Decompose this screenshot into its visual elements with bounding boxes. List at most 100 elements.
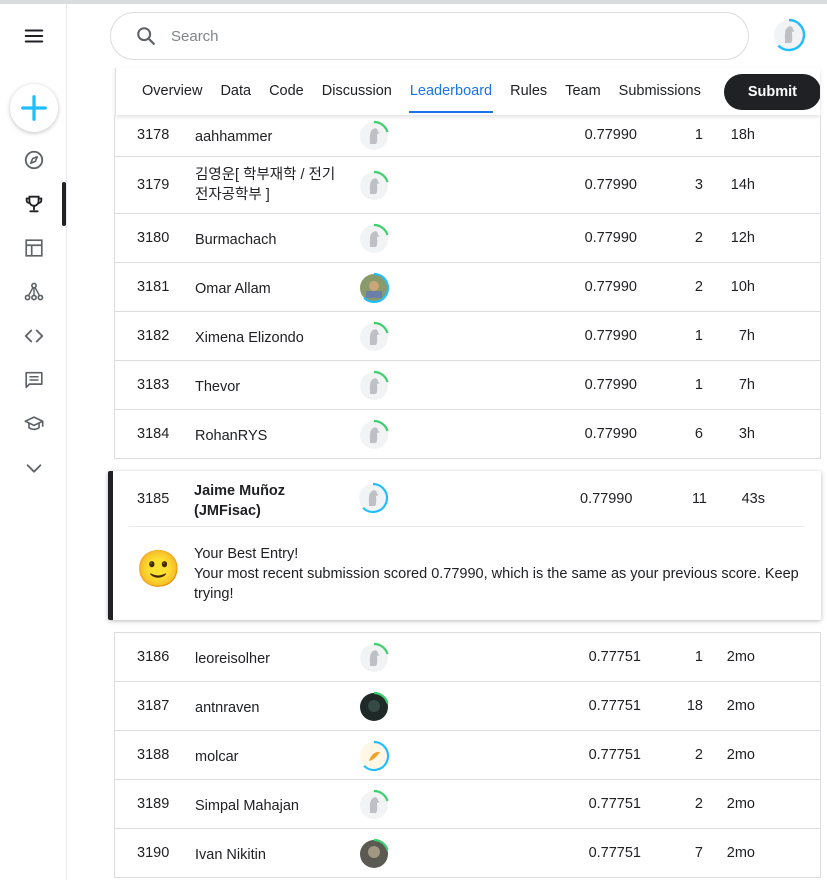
- team-avatar[interactable]: [358, 370, 390, 402]
- rank: 3179: [137, 176, 170, 193]
- trophy-icon[interactable]: [20, 190, 48, 218]
- smiley-icon: 🙂: [136, 548, 181, 589]
- table-row: 3178 aahhammer 0.77990 1 18h: [115, 115, 820, 157]
- code-icon[interactable]: [20, 322, 48, 350]
- team-name[interactable]: Ivan Nikitin: [195, 845, 340, 865]
- submit-button[interactable]: Submit: [723, 73, 820, 110]
- team-name[interactable]: Burmachach: [195, 230, 340, 250]
- learn-icon[interactable]: [20, 410, 48, 438]
- team-name[interactable]: 김영운[ 학부재학 / 전기전자공학부 ]: [195, 165, 340, 205]
- leaderboard-rows-above: 3178 aahhammer 0.77990 1 18h 3179 김영운[ 학부재학 / …: [114, 115, 821, 459]
- entries: 2: [694, 795, 703, 812]
- team-avatar[interactable]: [358, 789, 390, 821]
- team-name[interactable]: Simpal Mahajan: [195, 796, 340, 816]
- user-avatar[interactable]: [772, 18, 806, 52]
- entries: 2: [694, 746, 703, 763]
- score: 0.77990: [584, 376, 637, 393]
- last-submission: 12h: [730, 229, 755, 246]
- team-name[interactable]: molcar: [195, 747, 340, 767]
- entries: 1: [694, 376, 703, 393]
- team-name[interactable]: Ximena Elizondo: [195, 328, 340, 348]
- score: 0.77751: [588, 795, 641, 812]
- entries: 2: [694, 229, 703, 246]
- table-icon[interactable]: [20, 234, 48, 262]
- rank: 3184: [137, 425, 170, 442]
- tab-leaderboard[interactable]: Leaderboard: [401, 68, 501, 115]
- table-row: 3186 leoreisolher 0.77751 1 2mo: [115, 633, 820, 682]
- search-input[interactable]: [171, 27, 711, 45]
- rank: 3189: [137, 795, 170, 812]
- last-submission: 2mo: [726, 648, 755, 665]
- score: 0.77751: [588, 648, 641, 665]
- team-avatar[interactable]: [358, 838, 390, 870]
- tab-team[interactable]: Team: [556, 68, 609, 115]
- team-avatar[interactable]: [358, 272, 390, 304]
- score: 0.77990: [584, 327, 637, 344]
- rank: 3188: [137, 746, 170, 763]
- rank: 3186: [137, 648, 170, 665]
- team-name[interactable]: antnraven: [195, 698, 340, 718]
- score: 0.77751: [588, 844, 641, 861]
- sidebar-active-indicator: [62, 182, 66, 226]
- my-last-submission: 43s: [741, 491, 765, 507]
- browser-top-strip: [0, 0, 827, 4]
- team-avatar[interactable]: [358, 223, 390, 255]
- leaderboard-rows-below: 3186 leoreisolher 0.77751 1 2mo 3187 antnraven…: [114, 632, 821, 878]
- team-name[interactable]: RohanRYS: [195, 426, 340, 446]
- search-icon: [137, 27, 155, 45]
- team-avatar[interactable]: [358, 419, 390, 451]
- table-row: 3184 RohanRYS 0.77990 6 3h: [115, 410, 820, 459]
- team-name[interactable]: aahhammer: [195, 127, 340, 147]
- entries: 1: [694, 127, 703, 143]
- entries: 1: [694, 648, 703, 665]
- competition-tabs: Overview Data Code Discussion Leaderboar…: [115, 68, 820, 115]
- chevron-down-icon[interactable]: [20, 454, 48, 482]
- rank: 3187: [137, 697, 170, 714]
- my-rank: 3185: [137, 491, 170, 507]
- divider: [129, 526, 805, 527]
- compass-icon[interactable]: [20, 146, 48, 174]
- tab-rules[interactable]: Rules: [501, 68, 556, 115]
- create-button[interactable]: [10, 84, 58, 132]
- team-name[interactable]: Thevor: [195, 377, 340, 397]
- rank: 3178: [137, 127, 170, 143]
- last-submission: 10h: [730, 278, 755, 295]
- entries: 7: [694, 844, 703, 861]
- team-avatar[interactable]: [358, 170, 390, 202]
- table-row: 3182 Ximena Elizondo 0.77990 1 7h: [115, 312, 820, 361]
- search-bar[interactable]: [110, 12, 749, 60]
- score: 0.77990: [584, 229, 637, 246]
- tab-data[interactable]: Data: [211, 68, 260, 115]
- team-avatar[interactable]: [358, 321, 390, 353]
- discussion-icon[interactable]: [20, 366, 48, 394]
- rank: 3183: [137, 376, 170, 393]
- my-entries: 11: [691, 491, 707, 507]
- team-avatar[interactable]: [358, 642, 390, 674]
- team-avatar[interactable]: [358, 120, 390, 152]
- entries: 3: [694, 176, 703, 193]
- score: 0.77990: [584, 176, 637, 193]
- tab-submissions[interactable]: Submissions: [610, 68, 710, 115]
- my-team-name[interactable]: Jaime Muñoz (JMFisac): [194, 481, 344, 521]
- team-avatar[interactable]: [358, 691, 390, 723]
- tab-code[interactable]: Code: [260, 68, 313, 115]
- table-row: 3187 antnraven 0.77751 18 2mo: [115, 682, 820, 731]
- team-name[interactable]: Omar Allam: [195, 279, 340, 299]
- tab-discussion[interactable]: Discussion: [313, 68, 401, 115]
- team-avatar[interactable]: [358, 740, 390, 772]
- table-row: 3183 Thevor 0.77990 1 7h: [115, 361, 820, 410]
- last-submission: 14h: [730, 176, 755, 193]
- tab-overview[interactable]: Overview: [133, 68, 211, 115]
- my-team-avatar[interactable]: [357, 482, 389, 514]
- rank: 3190: [137, 844, 170, 861]
- score: 0.77990: [584, 127, 637, 143]
- score: 0.77751: [588, 697, 641, 714]
- entries: 1: [694, 327, 703, 344]
- entries: 6: [694, 425, 703, 442]
- menu-icon[interactable]: [20, 22, 48, 50]
- model-icon[interactable]: [20, 278, 48, 306]
- plus-icon: [21, 95, 47, 121]
- score: 0.77990: [584, 425, 637, 442]
- team-name[interactable]: leoreisolher: [195, 649, 340, 669]
- last-submission: 18h: [730, 127, 755, 143]
